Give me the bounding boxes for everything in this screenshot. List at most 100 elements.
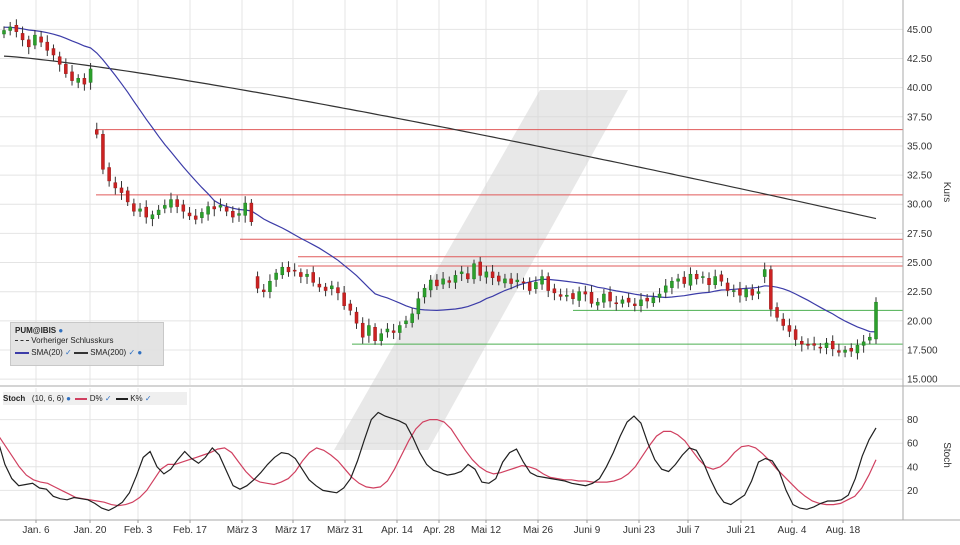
- x-tick-label: Juli 21: [727, 525, 756, 536]
- candle-up: [639, 299, 643, 306]
- candle-up: [459, 271, 464, 274]
- sma20-swatch: [15, 351, 29, 354]
- candle-down: [113, 182, 118, 189]
- x-tick-label: Feb. 17: [173, 525, 207, 536]
- candle-up: [577, 291, 581, 301]
- candle-up: [540, 276, 544, 285]
- candle-up: [744, 289, 748, 298]
- legend-prevclose-row: Vorheriger Schlusskurs: [15, 335, 114, 346]
- candle-up: [268, 280, 272, 292]
- candle-up: [404, 320, 408, 325]
- candle-down: [26, 39, 31, 48]
- candle-down: [317, 283, 322, 288]
- candle-up: [156, 209, 161, 215]
- candle-down: [181, 204, 186, 212]
- candle-down: [787, 325, 792, 332]
- candle-down: [51, 48, 56, 56]
- candle-down: [231, 210, 235, 218]
- candle-down: [769, 269, 773, 310]
- price-tick-label: 20.00: [907, 316, 932, 327]
- price-tick-label: 30.00: [907, 200, 932, 211]
- legend-sma-row: SMA(20) ✓ SMA(200) ✓ ●: [15, 347, 142, 358]
- sma20-label: SMA(20): [31, 348, 63, 357]
- candle-down: [348, 303, 353, 311]
- price-legend: PUM@IBIS ● Vorheriger Schlusskurs SMA(20…: [10, 322, 164, 366]
- candle-up: [855, 345, 860, 354]
- candle-down: [299, 272, 303, 277]
- candle-down: [571, 293, 575, 299]
- candle-up: [756, 291, 761, 294]
- candle-up: [688, 273, 693, 286]
- candle-up: [676, 278, 680, 282]
- candle-up: [169, 199, 173, 208]
- candle-down: [719, 274, 724, 282]
- x-tick-label: Apr. 28: [423, 525, 455, 536]
- stoch-tick-label: 20: [907, 486, 919, 497]
- candle: [101, 130, 105, 175]
- candle-down: [800, 341, 804, 345]
- candle-up: [515, 279, 520, 283]
- candle-up: [218, 205, 223, 208]
- candle-up: [206, 206, 210, 215]
- stoch-tick-label: 60: [907, 439, 919, 450]
- candle-down: [175, 199, 179, 207]
- candle-up: [150, 214, 155, 220]
- candle-up: [663, 285, 668, 293]
- candle-up: [824, 342, 829, 348]
- candle-up: [398, 325, 402, 333]
- candle-down: [682, 276, 687, 284]
- candle-down: [354, 311, 359, 324]
- candle-up: [367, 325, 371, 336]
- candle-up: [453, 275, 458, 283]
- candle-up: [428, 279, 433, 291]
- candle-up: [762, 269, 767, 277]
- candle: [874, 297, 878, 344]
- candle-down: [694, 273, 699, 280]
- candle-down: [70, 71, 74, 81]
- x-tick-label: Jan. 6: [22, 525, 50, 536]
- price-tick-label: 15.000: [907, 375, 938, 386]
- candle-down: [478, 261, 482, 276]
- sma200-swatch: [73, 351, 88, 354]
- check-icon[interactable]: ✓: [128, 348, 135, 357]
- candle-down: [707, 278, 711, 285]
- prevclose-label: Vorheriger Schlusskurs: [31, 336, 114, 345]
- candle-down: [527, 282, 532, 291]
- check-icon[interactable]: ✓: [145, 394, 152, 403]
- candle-down: [193, 215, 198, 220]
- gear-icon[interactable]: ●: [58, 326, 63, 335]
- candle-down: [323, 286, 328, 291]
- price-tick-label: 22.50: [907, 287, 932, 298]
- stoch-params: (10, 6, 6): [31, 394, 64, 403]
- check-icon[interactable]: ✓: [65, 348, 72, 357]
- candle-down: [373, 327, 377, 341]
- candle-down: [336, 287, 340, 294]
- x-tick-label: Juli 7: [676, 525, 700, 536]
- candle-up: [620, 299, 625, 304]
- candle-down: [14, 24, 19, 32]
- candle-up: [163, 205, 167, 209]
- candle-down: [725, 282, 730, 291]
- candle-down: [249, 202, 254, 222]
- candle-down: [261, 289, 266, 292]
- gear-icon[interactable]: ●: [137, 348, 142, 357]
- stoch-tick-label: 80: [907, 415, 919, 426]
- candle-up: [595, 301, 600, 306]
- candle-down: [830, 341, 835, 350]
- candle-up: [843, 349, 847, 353]
- check-icon[interactable]: ✓: [105, 394, 112, 403]
- candle-down: [187, 212, 192, 217]
- candle-up: [305, 273, 309, 277]
- candle-up: [243, 202, 247, 216]
- candle-down: [292, 269, 297, 272]
- candle-down: [509, 278, 513, 284]
- candle-up: [874, 301, 878, 340]
- symbol-label: PUM@IBIS: [15, 326, 57, 335]
- candle-down: [849, 348, 854, 352]
- candle: [249, 198, 254, 226]
- dashed-line-swatch: [15, 340, 29, 342]
- k-swatch: [115, 397, 128, 400]
- candle-up: [861, 341, 866, 346]
- gear-icon[interactable]: ●: [66, 394, 71, 403]
- candle-down: [645, 297, 649, 302]
